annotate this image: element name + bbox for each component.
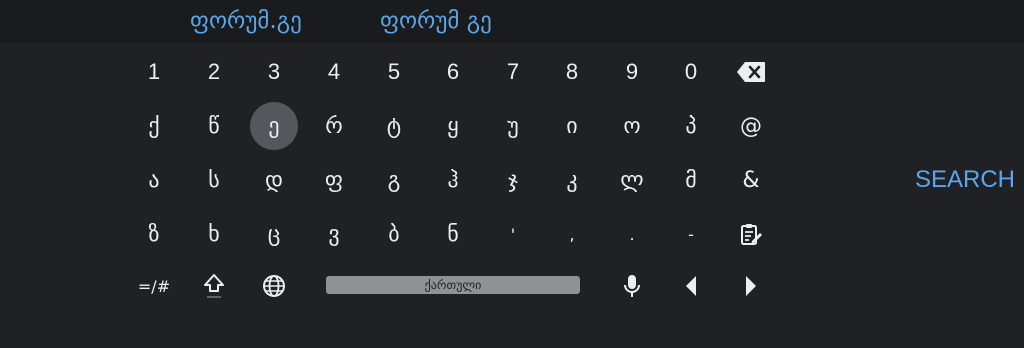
key-gani[interactable]: გ [366, 154, 422, 206]
key-vini[interactable]: ვ [306, 208, 362, 260]
voice-input-key[interactable] [604, 260, 660, 312]
key-sani[interactable]: ს [186, 154, 242, 206]
key-oni[interactable]: ო [604, 100, 660, 152]
key-tari[interactable]: ტ [366, 100, 422, 152]
key-period[interactable]: . [604, 208, 660, 260]
key-hyphen[interactable]: - [663, 208, 719, 260]
clipboard-edit-icon [741, 224, 762, 245]
key-comma[interactable]: , [544, 208, 600, 260]
key-kani[interactable]: ქ [126, 100, 182, 152]
space-key[interactable]: ქართული [326, 276, 580, 294]
key-ampersand[interactable]: & [723, 154, 779, 206]
key-khani[interactable]: ხ [186, 208, 242, 260]
key-uni[interactable]: უ [485, 100, 541, 152]
cursor-left-key[interactable] [663, 260, 719, 312]
key-0[interactable]: 0 [663, 46, 719, 98]
key-2[interactable]: 2 [186, 46, 242, 98]
arrow-right-icon [746, 276, 756, 296]
key-kani-2[interactable]: კ [544, 154, 600, 206]
arrow-left-icon [686, 276, 696, 296]
backspace-icon [737, 62, 765, 82]
suggestion-2[interactable]: ფორუმ გე [380, 6, 492, 36]
key-qari[interactable]: ყ [425, 100, 481, 152]
key-3[interactable]: 3 [246, 46, 302, 98]
key-jani[interactable]: ჯ [485, 154, 541, 206]
space-key-label: ქართული [424, 278, 482, 292]
microphone-icon [624, 275, 640, 297]
key-phari[interactable]: ფ [306, 154, 362, 206]
key-tsili[interactable]: წ [186, 100, 242, 152]
symbols-key[interactable]: =/# [126, 260, 182, 312]
key-bani[interactable]: ბ [366, 208, 422, 260]
clipboard-key[interactable] [723, 208, 779, 260]
key-rae[interactable]: რ [306, 100, 362, 152]
shift-key[interactable] [186, 260, 242, 312]
key-lasi[interactable]: ლ [604, 154, 660, 206]
suggestion-bar: ფორუმ.გე ფორუმ გე [0, 0, 1024, 42]
key-at[interactable]: @ [723, 100, 779, 152]
key-5[interactable]: 5 [366, 46, 422, 98]
search-action-button[interactable]: SEARCH [906, 158, 1024, 202]
key-apostrophe[interactable]: ' [485, 208, 541, 260]
key-9[interactable]: 9 [604, 46, 660, 98]
key-eni-focused[interactable]: ე [246, 100, 302, 152]
key-4[interactable]: 4 [306, 46, 362, 98]
suggestion-1[interactable]: ფორუმ.გე [190, 6, 302, 36]
key-mani[interactable]: მ [663, 154, 719, 206]
key-zeni[interactable]: ზ [126, 208, 182, 260]
key-eni-label: ე [268, 113, 280, 139]
key-ini[interactable]: ი [544, 100, 600, 152]
key-hae[interactable]: ჰ [425, 154, 481, 206]
key-7[interactable]: 7 [485, 46, 541, 98]
key-1[interactable]: 1 [126, 46, 182, 98]
cursor-right-key[interactable] [723, 260, 779, 312]
key-nari[interactable]: ნ [425, 208, 481, 260]
key-8[interactable]: 8 [544, 46, 600, 98]
key-pari[interactable]: პ [663, 100, 719, 152]
shift-icon [204, 274, 224, 298]
key-6[interactable]: 6 [425, 46, 481, 98]
key-ani[interactable]: ა [126, 154, 182, 206]
globe-icon [263, 275, 285, 297]
backspace-key[interactable] [723, 46, 779, 98]
language-key[interactable] [246, 260, 302, 312]
key-doni[interactable]: დ [246, 154, 302, 206]
key-tsani[interactable]: ც [246, 208, 302, 260]
on-screen-keyboard: ფორუმ.გე ფორუმ გე 1 2 3 4 5 6 7 8 9 0 ქ … [0, 0, 1024, 348]
